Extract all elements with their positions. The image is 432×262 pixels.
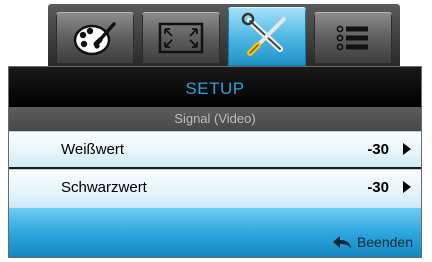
menu-item-label: Weißwert [61, 141, 125, 158]
arrow-right-icon[interactable] [403, 181, 411, 193]
osd-menu: SETUP Signal (Video) Weißwert -30 Schwar… [8, 4, 422, 258]
back-arrow-icon [332, 236, 351, 248]
tab-options[interactable] [314, 12, 392, 64]
setup-panel: SETUP Signal (Video) Weißwert -30 Schwar… [8, 66, 422, 258]
menu-item-black-level[interactable]: Schwarzwert -30 [9, 169, 421, 207]
list-options-icon [336, 25, 368, 51]
exit-button[interactable]: Beenden [332, 232, 413, 252]
tab-display[interactable] [142, 12, 220, 64]
menu-item-white-level[interactable]: Weißwert -30 [9, 131, 421, 167]
tools-icon [241, 12, 286, 56]
fullscreen-icon [158, 22, 204, 54]
tab-image[interactable] [56, 12, 134, 64]
arrow-right-icon[interactable] [403, 143, 411, 155]
menu-item-label: Schwarzwert [61, 179, 147, 196]
page-title: SETUP [9, 67, 421, 107]
palette-icon [73, 22, 116, 56]
menu-item-value: -30 [367, 141, 389, 158]
exit-label: Beenden [356, 234, 413, 250]
footer-bar: Beenden [9, 207, 421, 257]
menu-item-value: -30 [367, 179, 389, 196]
page-subtitle: Signal (Video) [9, 107, 421, 131]
tab-setup[interactable] [228, 7, 306, 66]
menu-tab-bar [48, 4, 400, 66]
